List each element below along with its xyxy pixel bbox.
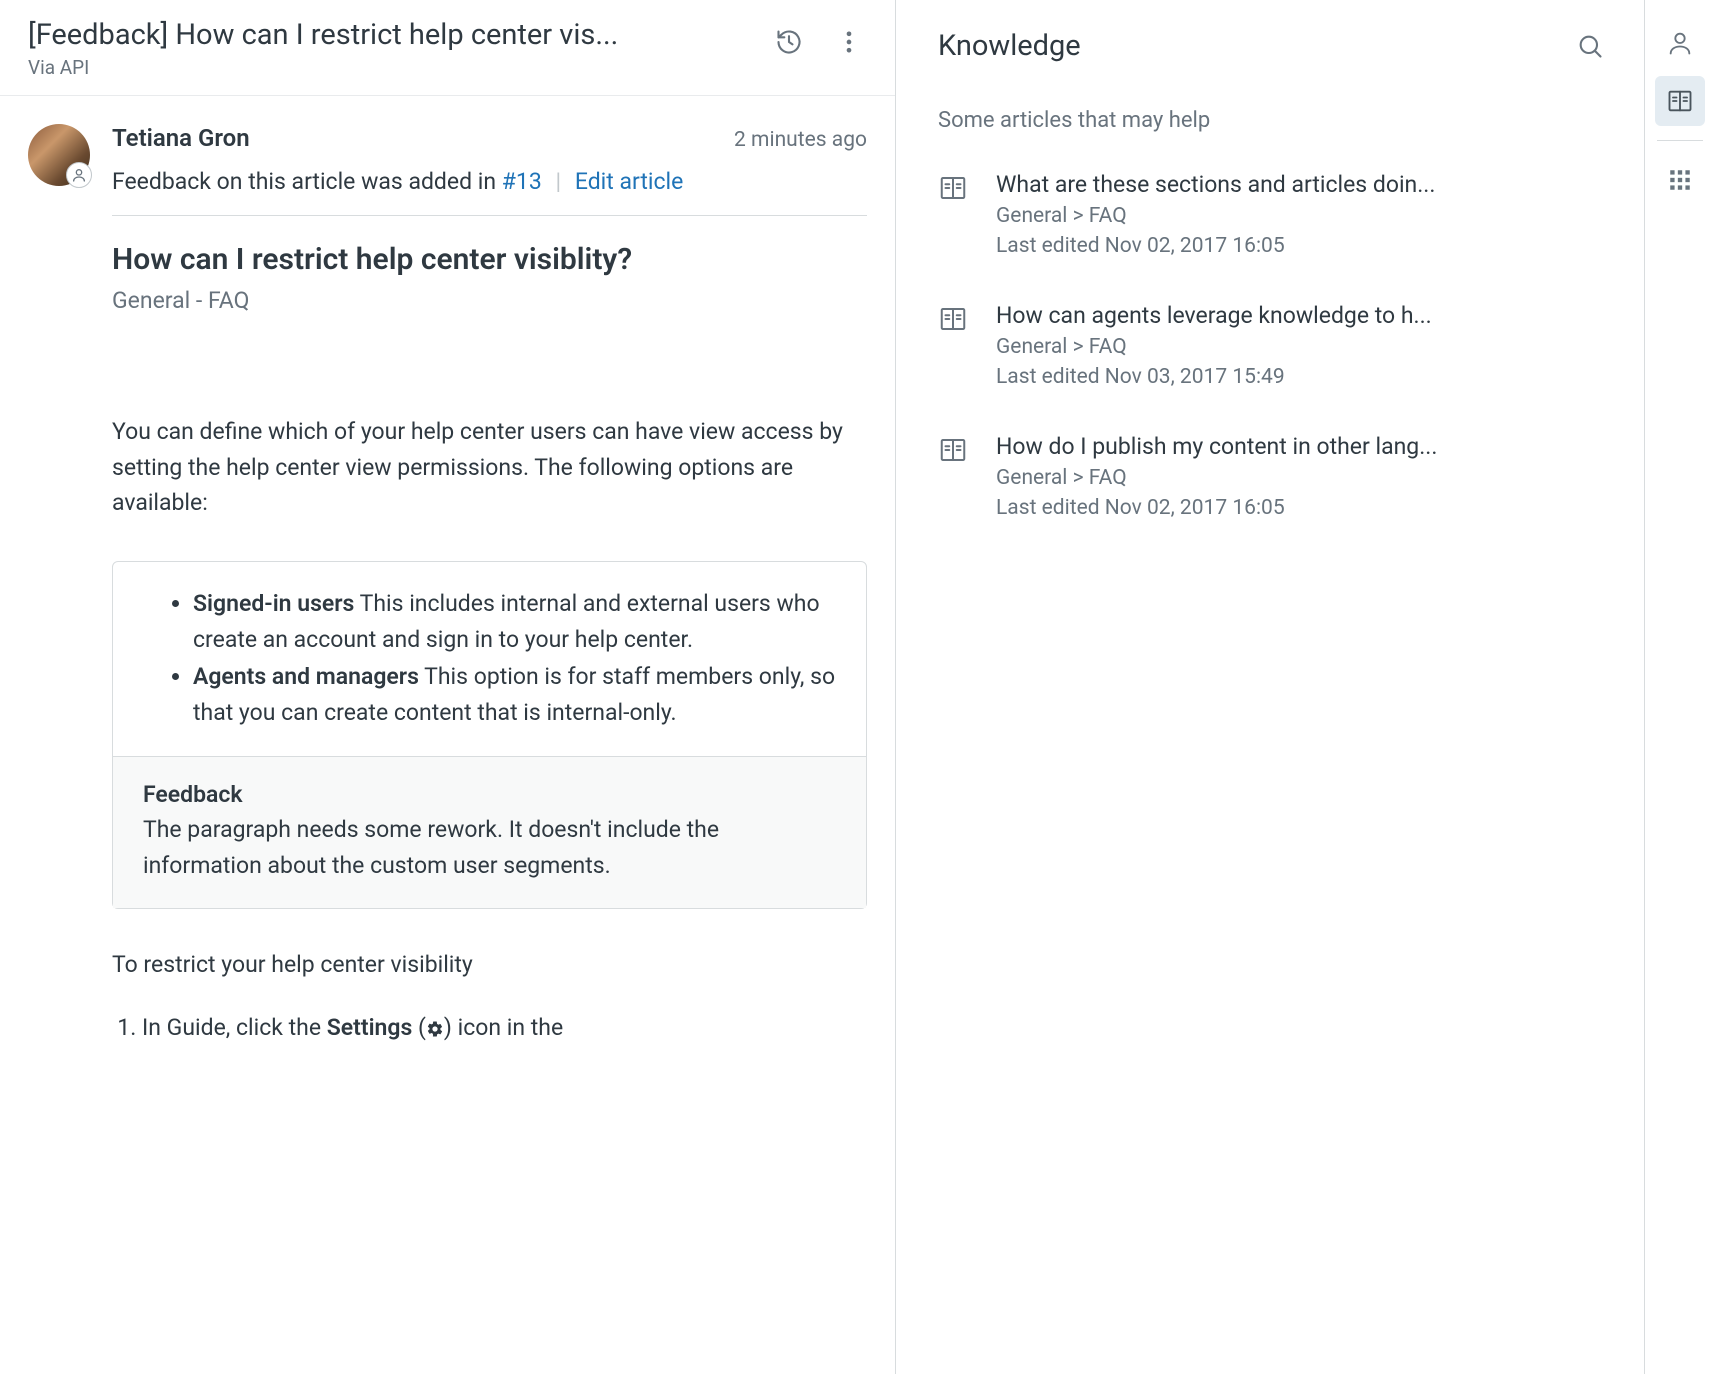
knowledge-title: Knowledge	[938, 29, 1081, 63]
rail-user-icon[interactable]	[1655, 18, 1705, 68]
options-box: Signed-in users This includes internal a…	[112, 561, 867, 909]
option-label: Agents and managers	[193, 663, 419, 690]
timestamp: 2 minutes ago	[734, 128, 867, 152]
article-info: How can agents leverage knowledge to h..…	[996, 302, 1608, 389]
article-item-edited: Last edited Nov 02, 2017 16:05	[996, 496, 1608, 520]
article-item[interactable]: What are these sections and articles doi…	[938, 171, 1608, 258]
article-list: What are these sections and articles doi…	[938, 171, 1608, 520]
knowledge-header: Knowledge	[938, 28, 1608, 64]
page-subtitle: Via API	[28, 56, 755, 79]
feedback-line: Feedback on this article was added in #1…	[112, 168, 867, 216]
article-item-category: General > FAQ	[996, 335, 1608, 359]
article-item-edited: Last edited Nov 03, 2017 15:49	[996, 365, 1608, 389]
article-item[interactable]: How can agents leverage knowledge to h..…	[938, 302, 1608, 389]
article-item-title: How do I publish my content in other lan…	[996, 433, 1608, 460]
article-info: What are these sections and articles doi…	[996, 171, 1608, 258]
article-breadcrumb: General - FAQ	[112, 287, 867, 314]
search-icon[interactable]	[1572, 28, 1608, 64]
options-list-wrap: Signed-in users This includes internal a…	[113, 562, 866, 757]
option-signed-in-users: Signed-in users This includes internal a…	[193, 586, 836, 657]
step-bold: Settings	[327, 1014, 413, 1041]
article-intro: You can define which of your help center…	[112, 414, 867, 521]
step-open-paren: (	[412, 1014, 426, 1041]
instruction-step-1: In Guide, click the Settings ( ) icon in …	[142, 1010, 867, 1046]
rail-divider	[1657, 140, 1703, 141]
article-item-title: How can agents leverage knowledge to h..…	[996, 302, 1608, 329]
option-label: Signed-in users	[193, 590, 354, 617]
gear-icon	[426, 1020, 444, 1038]
avatar	[28, 124, 90, 186]
feedback-ticket-link[interactable]: #13	[502, 168, 542, 195]
instructions-list: In Guide, click the Settings ( ) icon in …	[112, 1010, 867, 1046]
rail-apps-icon[interactable]	[1655, 155, 1705, 205]
more-icon[interactable]	[831, 24, 867, 60]
user-badge-icon	[66, 162, 92, 188]
article-item-title: What are these sections and articles doi…	[996, 171, 1608, 198]
ticket-content: Tetiana Gron 2 minutes ago Feedback on t…	[112, 124, 867, 1045]
step-close: ) icon in the	[444, 1014, 563, 1041]
feedback-box-text: The paragraph needs some rework. It does…	[143, 812, 836, 883]
knowledge-panel: Knowledge Some articles that may help	[896, 0, 1644, 1374]
options-list: Signed-in users This includes internal a…	[163, 586, 836, 731]
knowledge-subtitle: Some articles that may help	[938, 108, 1608, 133]
book-icon	[938, 173, 970, 205]
article-title: How can I restrict help center visiblity…	[112, 242, 867, 277]
main-column: [Feedback] How can I restrict help cente…	[0, 0, 896, 1374]
separator: |	[556, 168, 562, 195]
ticket-body: Tetiana Gron 2 minutes ago Feedback on t…	[0, 96, 895, 1073]
main-header-left: [Feedback] How can I restrict help cente…	[28, 18, 755, 79]
right-rail	[1644, 0, 1714, 1374]
article-info: How do I publish my content in other lan…	[996, 433, 1608, 520]
author-row: Tetiana Gron 2 minutes ago	[112, 124, 867, 152]
rail-knowledge-icon[interactable]	[1655, 76, 1705, 126]
feedback-box: Feedback The paragraph needs some rework…	[113, 756, 866, 907]
book-icon	[938, 435, 970, 467]
book-icon	[938, 304, 970, 336]
edit-article-link[interactable]: Edit article	[575, 168, 683, 195]
main-header: [Feedback] How can I restrict help cente…	[0, 0, 895, 96]
page-title: [Feedback] How can I restrict help cente…	[28, 18, 698, 52]
article-item-edited: Last edited Nov 02, 2017 16:05	[996, 234, 1608, 258]
step-prefix: In Guide, click the	[142, 1014, 327, 1041]
header-actions	[771, 24, 867, 60]
instructions-intro: To restrict your help center visibility	[112, 951, 867, 978]
article-item-category: General > FAQ	[996, 466, 1608, 490]
history-icon[interactable]	[771, 24, 807, 60]
author-name: Tetiana Gron	[112, 124, 250, 152]
feedback-box-title: Feedback	[143, 781, 836, 808]
article-item-category: General > FAQ	[996, 204, 1608, 228]
feedback-prefix: Feedback on this article was added in	[112, 168, 502, 195]
article-item[interactable]: How do I publish my content in other lan…	[938, 433, 1608, 520]
option-agents-managers: Agents and managers This option is for s…	[193, 659, 836, 730]
